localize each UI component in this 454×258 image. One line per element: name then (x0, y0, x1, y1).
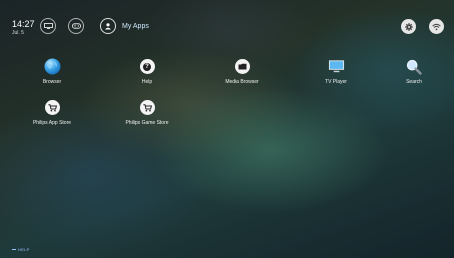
app-label: Search (406, 79, 422, 85)
help-hint-label: HELP (18, 247, 30, 252)
settings-button[interactable] (401, 19, 416, 34)
tv-source-icon (43, 23, 53, 29)
app-tv-player[interactable]: TV Player (296, 58, 376, 85)
help-icon: ? (139, 58, 156, 75)
help-hint: HELP (12, 247, 30, 252)
app-browser[interactable]: Browser (12, 58, 92, 85)
app-label: Philips Game Store (125, 120, 169, 126)
clock: 14:27 Jul. 5 (12, 20, 35, 36)
app-label: Browser (42, 79, 62, 85)
app-label: Philips App Store (32, 120, 72, 126)
user-icon (100, 18, 116, 34)
color-key-icon (12, 249, 16, 251)
app-label: TV Player (325, 79, 347, 85)
gamepad-icon (71, 23, 81, 29)
cart-icon (44, 99, 61, 116)
app-label: Media Browser (225, 79, 259, 85)
app-media-browser[interactable]: Media Browser (202, 58, 282, 85)
gear-icon (404, 22, 413, 31)
globe-icon (44, 58, 61, 75)
tv-source-button[interactable] (40, 18, 56, 34)
app-philips-game-store[interactable]: Philips Game Store (107, 99, 187, 126)
clock-date: Jul. 5 (12, 30, 24, 36)
my-apps-tab[interactable]: My Apps (100, 18, 149, 34)
wifi-button[interactable] (429, 19, 444, 34)
games-button[interactable] (68, 18, 84, 34)
search-icon (406, 58, 423, 75)
media-icon (234, 58, 251, 75)
tv-icon (328, 58, 345, 75)
app-help[interactable]: ? Help (107, 58, 187, 85)
app-search[interactable]: Search (374, 58, 454, 85)
app-philips-app-store[interactable]: Philips App Store (12, 99, 92, 126)
my-apps-label: My Apps (122, 22, 149, 30)
wifi-icon (432, 23, 441, 30)
tv-home-screen: 14:27 Jul. 5 My Apps Browser ? Help Medi… (6, 6, 448, 252)
app-label: Help (141, 79, 153, 85)
cart-icon (139, 99, 156, 116)
clock-time: 14:27 (12, 19, 35, 29)
